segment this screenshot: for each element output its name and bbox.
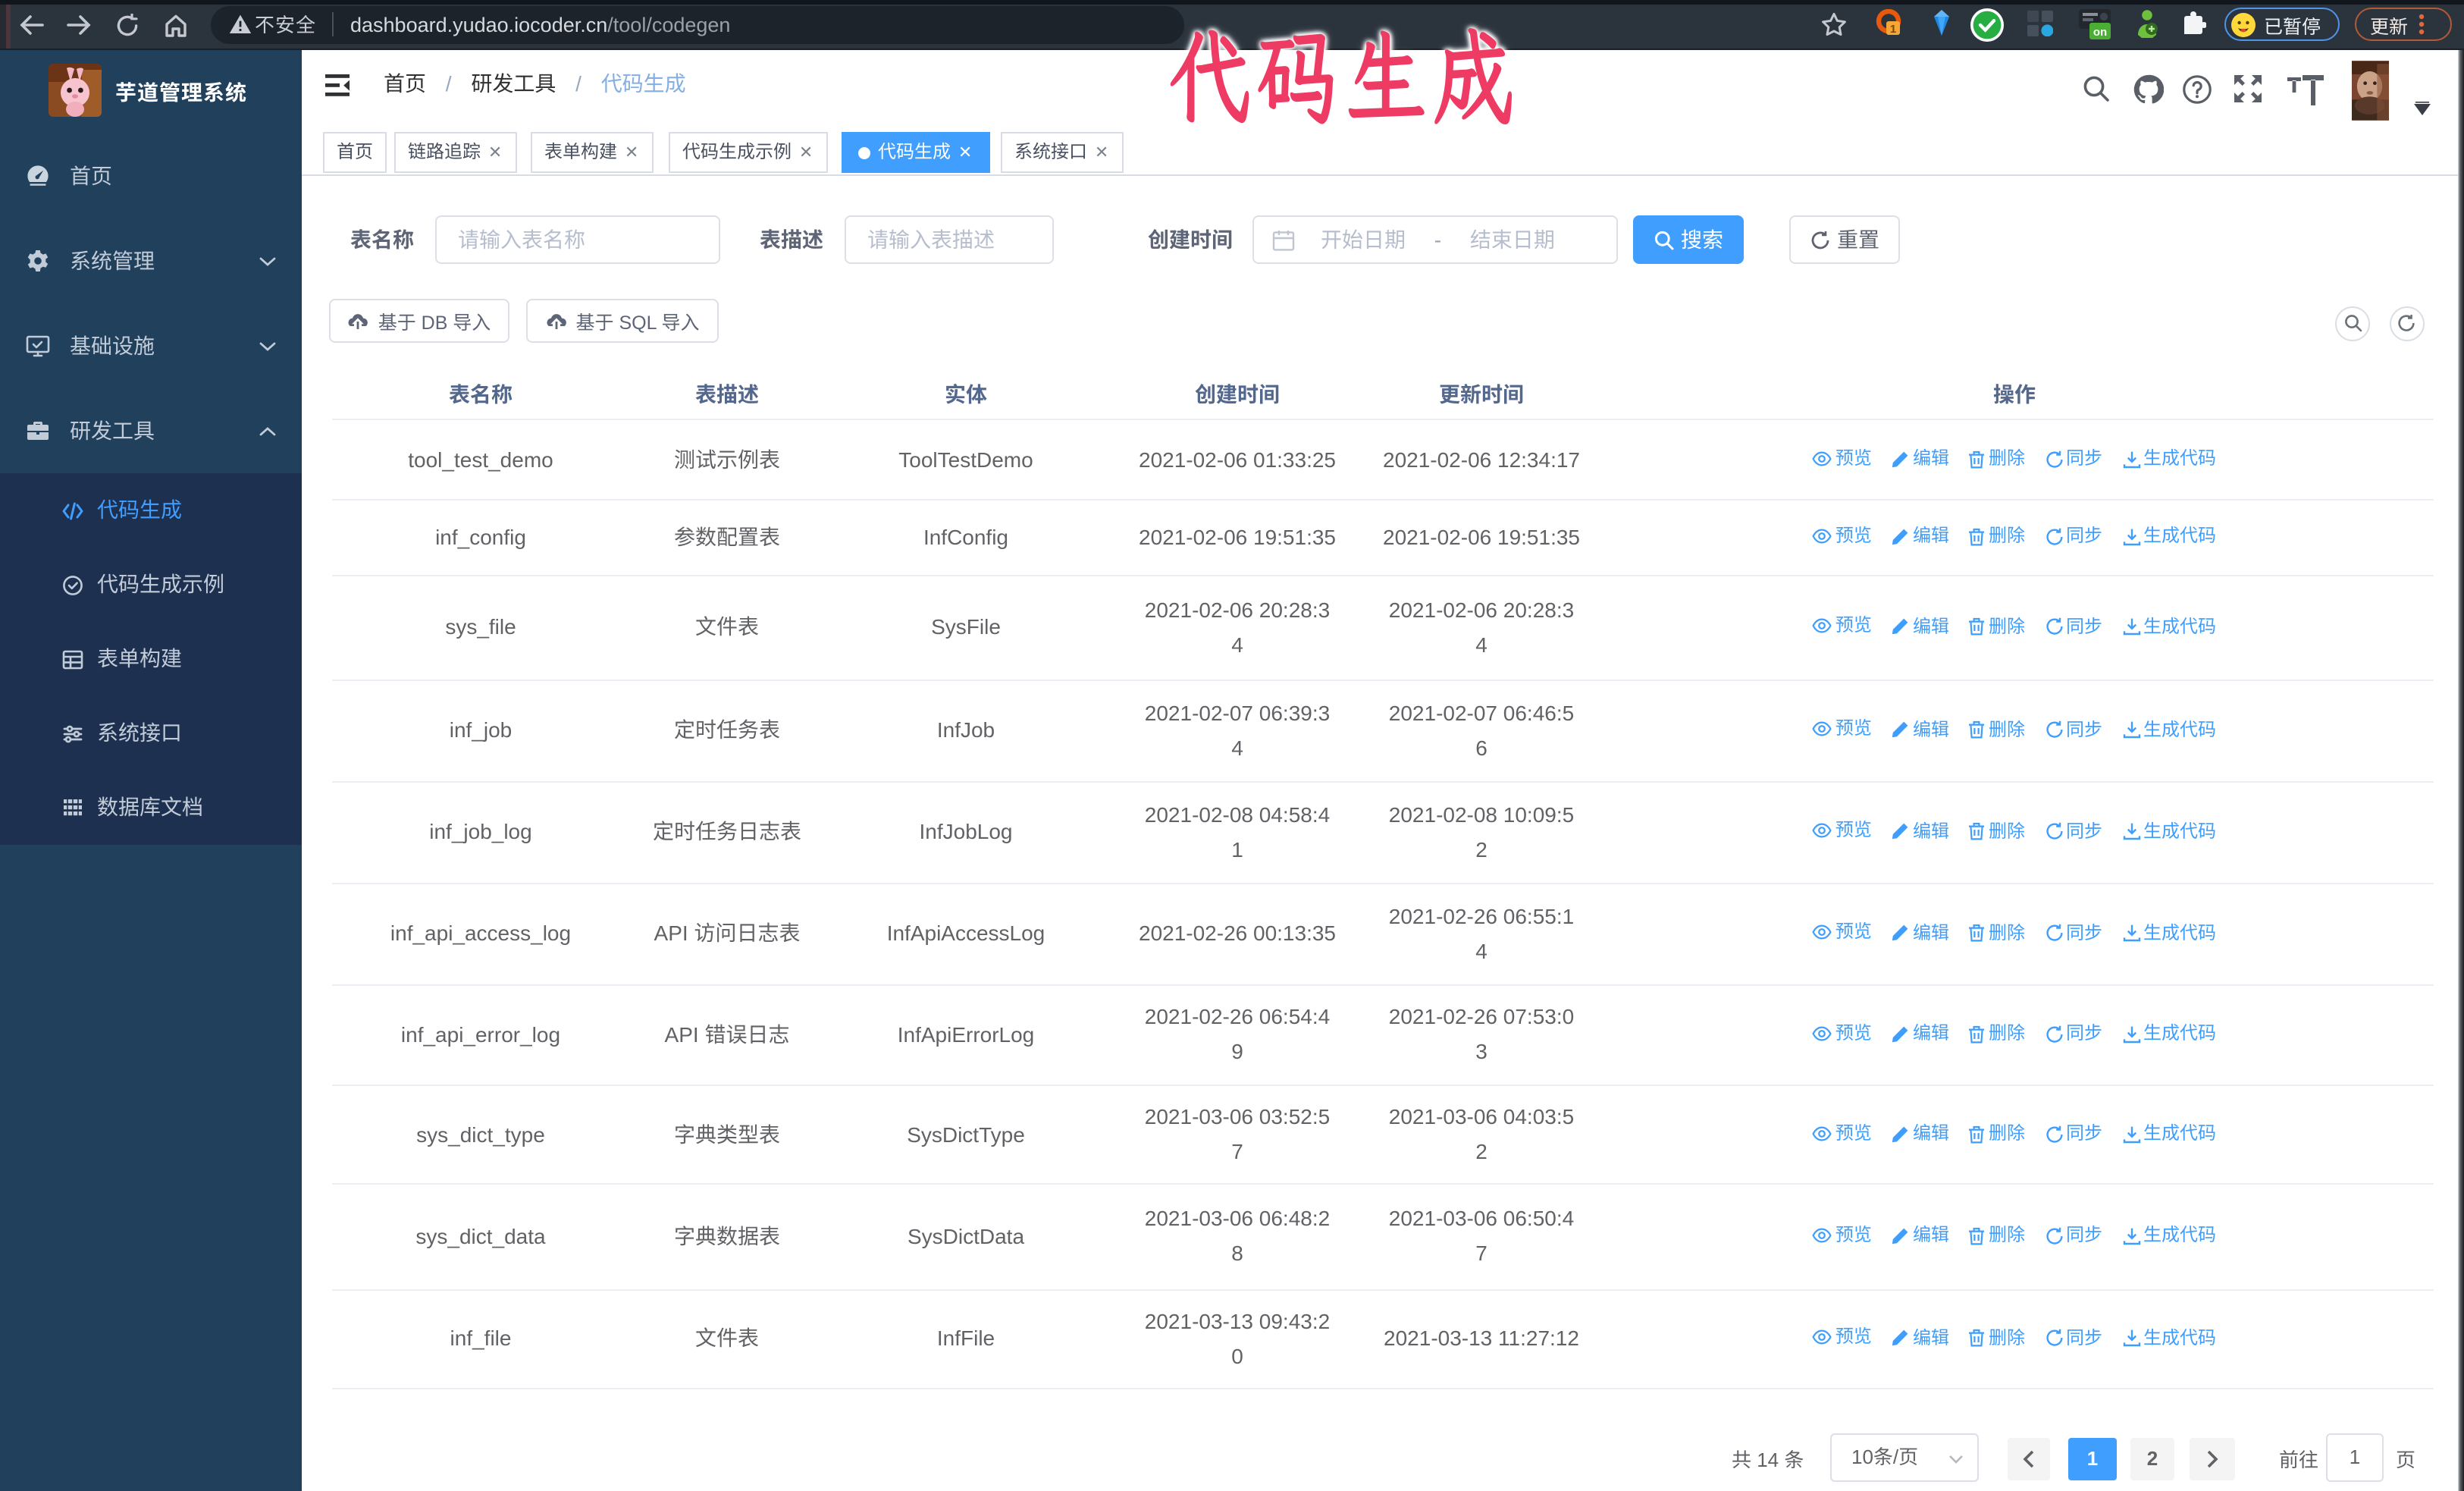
svg-text:on: on (2093, 26, 2107, 39)
svg-text:1: 1 (1890, 23, 1896, 36)
